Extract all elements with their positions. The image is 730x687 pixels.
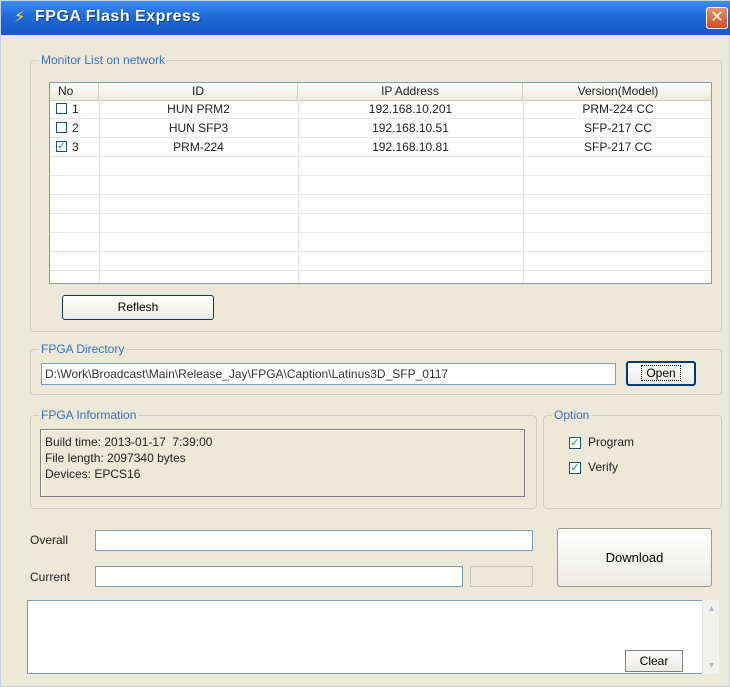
refresh-button[interactable]: Reflesh	[62, 295, 214, 320]
log-scrollbar[interactable]: ▲ ▼	[702, 600, 719, 674]
row-no: 2	[72, 121, 79, 135]
row-no: 1	[72, 102, 79, 116]
window-title: FPGA Flash Express	[35, 8, 201, 25]
current-progress-bar	[95, 566, 463, 587]
file-length-text: File length: 2097340 bytes	[45, 451, 186, 465]
row-no: 3	[72, 140, 79, 154]
row-version: SFP-217 CC	[583, 140, 653, 154]
devices-text: Devices: EPCS16	[45, 467, 141, 481]
log-textarea[interactable]	[27, 600, 719, 674]
fpga-flash-express-window: ⚡ FPGA Flash Express ✕ Monitor List on n…	[0, 0, 730, 687]
row-checkbox[interactable]: ✓	[56, 141, 67, 152]
row-checkbox[interactable]	[56, 103, 67, 114]
row-id: HUN PRM2	[167, 102, 230, 116]
close-icon: ✕	[710, 9, 724, 26]
program-checkbox[interactable]: ✓	[569, 437, 581, 449]
overall-progress-bar	[95, 530, 533, 551]
empty-row	[50, 157, 711, 176]
current-label: Current	[30, 570, 71, 584]
row-version: PRM-224 CC	[582, 102, 654, 116]
build-time-text: Build time: 2013-01-17 7:39:00	[45, 435, 213, 449]
fpga-directory-legend: FPGA Directory	[39, 342, 127, 356]
empty-row	[50, 195, 711, 214]
row-ip-address: 192.168.10.201	[368, 102, 453, 116]
column-header-no[interactable]: No	[50, 83, 99, 100]
empty-row	[50, 214, 711, 233]
current-progress-status	[470, 566, 533, 587]
monitor-list-legend: Monitor List on network	[39, 53, 168, 67]
column-header-id[interactable]: ID	[99, 83, 298, 100]
open-button[interactable]: Open	[626, 361, 696, 386]
table-row[interactable]: 2 HUN SFP3 192.168.10.51 SFP-217 CC	[50, 119, 711, 138]
close-button[interactable]: ✕	[706, 7, 728, 29]
monitor-list-table[interactable]: No ID IP Address Version(Model) 1 HUN PR…	[49, 82, 712, 284]
download-button[interactable]: Download	[557, 528, 712, 587]
row-version: SFP-217 CC	[583, 121, 653, 135]
overall-label: Overall	[30, 533, 69, 547]
row-id: HUN SFP3	[168, 121, 229, 135]
verify-checkbox[interactable]: ✓	[569, 462, 581, 474]
row-ip-address: 192.168.10.51	[372, 121, 449, 135]
fpga-information-legend: FPGA Information	[39, 408, 139, 422]
verify-label[interactable]: Verify	[588, 460, 618, 474]
clear-button[interactable]: Clear	[625, 650, 683, 672]
title-bar[interactable]: ⚡ FPGA Flash Express ✕	[1, 1, 730, 35]
open-button-label: Open	[641, 365, 681, 381]
table-header: No ID IP Address Version(Model)	[50, 83, 711, 101]
row-ip-address: 192.168.10.81	[372, 140, 449, 154]
empty-row	[50, 176, 711, 195]
scroll-down-icon[interactable]: ▼	[704, 658, 719, 673]
empty-row	[50, 233, 711, 252]
table-row[interactable]: ✓ 3 PRM-224 192.168.10.81 SFP-217 CC	[50, 138, 711, 157]
option-legend: Option	[552, 408, 592, 422]
empty-row	[50, 252, 711, 271]
lightning-icon: ⚡	[14, 9, 26, 26]
program-label[interactable]: Program	[588, 435, 634, 449]
table-row[interactable]: 1 HUN PRM2 192.168.10.201 PRM-224 CC	[50, 100, 711, 119]
fpga-information-box: Build time: 2013-01-17 7:39:00 File leng…	[40, 429, 525, 497]
directory-path-field[interactable]: D:\Work\Broadcast\Main\Release_Jay\FPGA\…	[41, 363, 616, 385]
scroll-up-icon[interactable]: ▲	[704, 601, 719, 616]
row-id: PRM-224	[173, 140, 224, 154]
column-header-version-model[interactable]: Version(Model)	[523, 83, 711, 100]
row-checkbox[interactable]	[56, 122, 67, 133]
column-header-ip-address[interactable]: IP Address	[298, 83, 523, 100]
